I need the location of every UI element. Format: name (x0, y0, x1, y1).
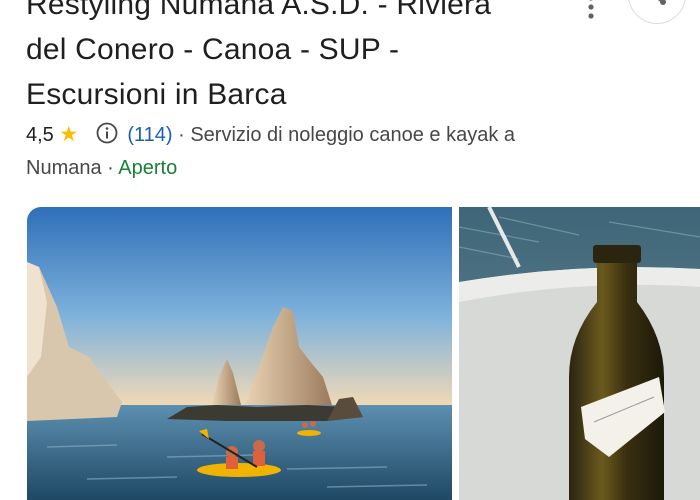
separator-dot: · (107, 157, 114, 179)
separator-dot: · (178, 124, 185, 146)
review-count-link[interactable]: (114) (127, 124, 172, 146)
share-button[interactable] (628, 0, 686, 24)
place-title: Restyling Numana A.S.D. - Riviera del Co… (26, 0, 586, 117)
place-category: Servizio di noleggio canoe e kayak a (190, 124, 515, 146)
wine-bottle-boat-photo[interactable] (459, 207, 700, 500)
rating-value: 4,5 (26, 124, 54, 146)
place-location: Numana (26, 157, 102, 179)
open-status: Aperto (118, 157, 178, 179)
place-meta: 4,5 ★ (114) · Servizio di noleggio canoe… (26, 118, 626, 185)
info-icon[interactable] (96, 122, 118, 144)
place-title-line-3: Escursioni in Barca (26, 78, 287, 111)
place-title-line-2: del Conero - Canoa - SUP - (26, 33, 400, 66)
more-options-button[interactable] (576, 0, 606, 22)
more-vert-icon (588, 0, 594, 19)
place-title-line-1: Restyling Numana A.S.D. - Riviera (26, 0, 492, 21)
star-icon: ★ (59, 123, 79, 146)
kayak-sea-rocks-photo[interactable] (27, 207, 452, 500)
share-icon (657, 0, 666, 5)
